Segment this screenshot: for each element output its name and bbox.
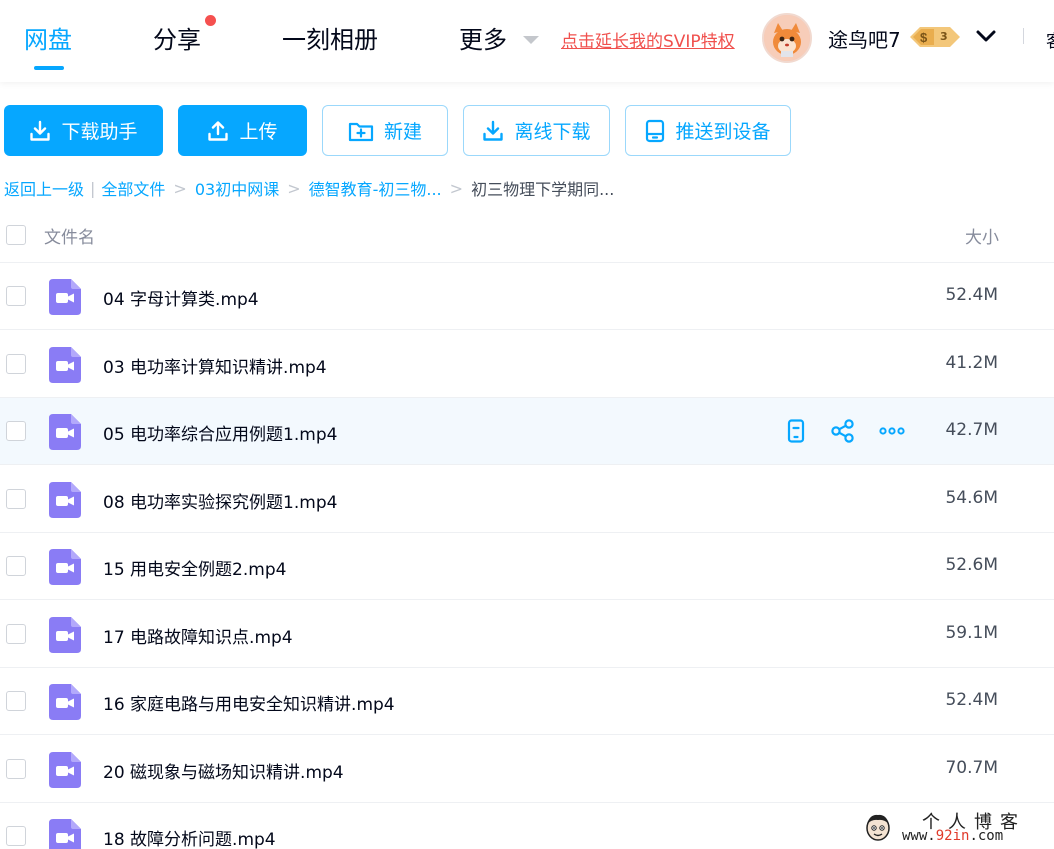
video-file-icon [49, 684, 81, 720]
push-to-device-icon[interactable] [784, 419, 808, 443]
file-size: 54.6M [945, 488, 998, 508]
nav-tab-share[interactable]: 分享 [153, 20, 201, 55]
new-folder-button[interactable]: 新建 [322, 105, 448, 156]
file-size: 41.2M [945, 353, 998, 373]
offline-download-label: 离线下载 [514, 121, 591, 143]
breadcrumb-back-link[interactable]: 返回上一级 [4, 176, 84, 200]
video-file-icon [49, 752, 81, 788]
file-name[interactable]: 17 电路故障知识点.mp4 [103, 623, 293, 648]
video-file-icon [49, 482, 81, 518]
new-folder-icon [348, 122, 374, 141]
column-header-size[interactable]: 大小 [965, 223, 999, 248]
table-row[interactable]: 20 磁现象与磁场知识精讲.mp4 70.7M [0, 736, 1054, 803]
breadcrumb-item-folder-2[interactable]: 德智教育-初三物... [309, 176, 442, 200]
svip-level-number: 3 [940, 30, 948, 43]
svip-level-badge-icon: $ [910, 27, 960, 47]
file-name[interactable]: 05 电功率综合应用例题1.mp4 [103, 420, 337, 445]
row-checkbox[interactable] [6, 421, 26, 441]
more-caret-icon[interactable] [523, 36, 539, 44]
file-size: 42.7M [945, 420, 998, 440]
push-to-device-button[interactable]: 推送到设备 [625, 105, 791, 156]
username[interactable]: 途鸟吧7 [828, 24, 901, 53]
push-to-device-label: 推送到设备 [675, 121, 771, 143]
file-size: 70.7M [945, 758, 998, 778]
table-row[interactable]: 04 字母计算类.mp4 52.4M [0, 263, 1054, 330]
table-row[interactable]: 03 电功率计算知识精讲.mp4 41.2M [0, 331, 1054, 398]
row-checkbox[interactable] [6, 489, 26, 509]
breadcrumb-item-current: 初三物理下学期同... [471, 180, 615, 199]
breadcrumb-chevron-icon: > [173, 178, 187, 198]
download-icon [483, 120, 504, 141]
row-checkbox[interactable] [6, 556, 26, 576]
share-icon[interactable] [830, 419, 856, 443]
active-tab-indicator [34, 66, 64, 70]
nav-divider [1023, 28, 1024, 44]
breadcrumb-chevron-icon: > [287, 178, 301, 198]
top-navigation-bar: 网盘 分享 一刻相册 更多 点击延长我的SVIP特权 途鸟吧7 $ 3 客 [0, 0, 1054, 82]
file-name[interactable]: 18 故障分析问题.mp4 [103, 825, 276, 849]
upload-label: 上传 [239, 121, 278, 143]
file-name[interactable]: 15 用电安全例题2.mp4 [103, 555, 286, 580]
nav-tab-more[interactable]: 更多 [459, 20, 507, 55]
file-name[interactable]: 04 字母计算类.mp4 [103, 285, 259, 310]
breadcrumb-chevron-icon: > [449, 178, 464, 198]
notification-dot [205, 15, 216, 26]
more-icon[interactable] [878, 419, 906, 443]
video-file-icon [49, 819, 81, 849]
nav-tab-netdisk[interactable]: 网盘 [24, 20, 72, 55]
nav-item-client-truncated[interactable]: 客 [1046, 27, 1054, 52]
svg-text:$: $ [920, 30, 928, 45]
upload-button[interactable]: 上传 [178, 105, 307, 156]
table-row[interactable]: 08 电功率实验探究例题1.mp4 54.6M [0, 466, 1054, 533]
avatar[interactable] [762, 13, 812, 63]
download-icon [30, 120, 51, 141]
video-file-icon [49, 549, 81, 585]
new-folder-label: 新建 [383, 121, 422, 143]
video-file-icon [49, 414, 81, 450]
row-checkbox[interactable] [6, 826, 26, 846]
breadcrumb: 返回上一级 | 全部文件 > 03初中网课 > 德智教育-初三物... > 初三… [4, 176, 615, 200]
offline-download-button[interactable]: 离线下载 [463, 105, 610, 156]
file-name[interactable]: 08 电功率实验探究例题1.mp4 [103, 488, 337, 513]
video-file-icon [49, 279, 81, 315]
cartoon-face-icon [866, 814, 890, 841]
svip-renew-link[interactable]: 点击延长我的SVIP特权 [561, 27, 735, 52]
file-size: 52.4M [945, 690, 998, 710]
breadcrumb-item-all-files[interactable]: 全部文件 [101, 176, 165, 200]
file-size: 52.4M [945, 285, 998, 305]
file-size: 59.1M [945, 623, 998, 643]
table-row[interactable]: 16 家庭电路与用电安全知识精讲.mp4 52.4M [0, 668, 1054, 735]
file-name[interactable]: 20 磁现象与磁场知识精讲.mp4 [103, 758, 344, 783]
watermark-url: www.92in.com [902, 828, 1004, 844]
file-name[interactable]: 03 电功率计算知识精讲.mp4 [103, 353, 327, 378]
breadcrumb-item-folder-1[interactable]: 03初中网课 [195, 176, 279, 200]
file-name[interactable]: 16 家庭电路与用电安全知识精讲.mp4 [103, 690, 395, 715]
file-list-header: 文件名 大小 [0, 207, 1054, 263]
video-file-icon [49, 617, 81, 653]
row-checkbox[interactable] [6, 691, 26, 711]
download-assistant-label: 下载助手 [61, 121, 138, 143]
blog-watermark: 个人博客 www.92in.com [860, 808, 1050, 846]
nav-tab-album[interactable]: 一刻相册 [282, 20, 378, 55]
download-assistant-button[interactable]: 下载助手 [4, 105, 163, 156]
column-header-name[interactable]: 文件名 [44, 223, 95, 248]
row-actions [784, 419, 906, 443]
row-checkbox[interactable] [6, 624, 26, 644]
device-icon [646, 119, 665, 142]
upload-icon [208, 120, 229, 141]
chevron-down-icon[interactable] [975, 25, 997, 47]
row-checkbox[interactable] [6, 759, 26, 779]
table-row[interactable]: 05 电功率综合应用例题1.mp4 42.7M [0, 398, 1054, 465]
breadcrumb-divider: | [90, 178, 96, 198]
row-checkbox[interactable] [6, 354, 26, 374]
table-row[interactable]: 17 电路故障知识点.mp4 59.1M [0, 601, 1054, 668]
file-size: 52.6M [945, 555, 998, 575]
row-checkbox[interactable] [6, 286, 26, 306]
video-file-icon [49, 347, 81, 383]
select-all-checkbox[interactable] [6, 225, 26, 245]
table-row[interactable]: 15 用电安全例题2.mp4 52.6M [0, 533, 1054, 600]
